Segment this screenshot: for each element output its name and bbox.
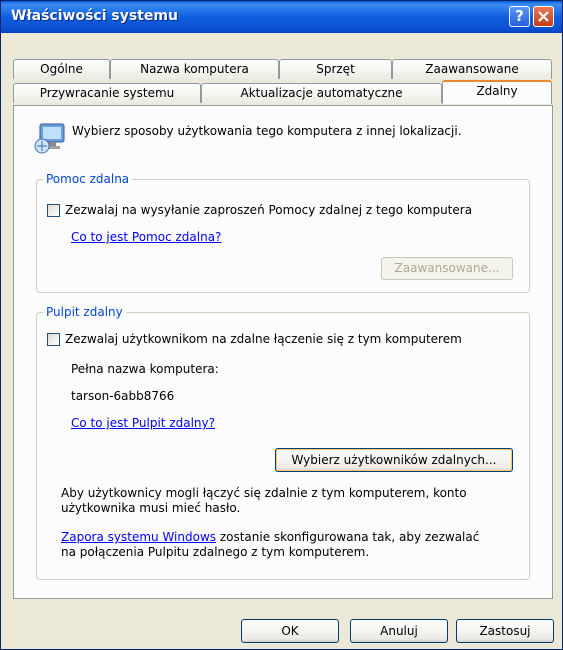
tab-label: Zaawansowane: [425, 62, 519, 76]
title-bar[interactable]: Właściwości systemu ?: [1, 1, 562, 33]
remote-desktop-checkbox-label[interactable]: Zezwalaj użytkownikom na zdalne łączenie…: [65, 332, 462, 346]
system-properties-window: Właściwości systemu ? Ogólne Nazwa kompu…: [0, 0, 563, 650]
password-note-line2: użytkownika musi mieć hasło.: [61, 501, 241, 515]
tab-label: Zdalny: [476, 84, 518, 98]
tab-label: Ogólne: [40, 62, 83, 76]
firewall-note-line1: Zapora systemu Windows zostanie skonfigu…: [61, 530, 479, 544]
computer-name-label: Pełna nazwa komputera:: [71, 362, 219, 376]
tab-panel-remote: Wybierz sposoby użytkowania tego kompute…: [13, 105, 553, 599]
tab-label: Sprzęt: [316, 62, 355, 76]
help-button[interactable]: ?: [509, 6, 530, 27]
close-button[interactable]: [533, 6, 554, 27]
window-title: Właściwości systemu: [11, 8, 178, 24]
firewall-note-line2: na połączenia Pulpitu zdalnego z tym kom…: [61, 545, 370, 559]
tab-label: Przywracanie systemu: [39, 86, 175, 100]
computer-name-value: tarson-6abb8766: [71, 389, 175, 403]
tab-hardware[interactable]: Sprzęt: [279, 59, 392, 79]
help-icon: ?: [515, 7, 524, 25]
group-title: Pomoc zdalna: [43, 172, 133, 186]
remote-computer-icon: [34, 120, 68, 157]
password-note-line1: Aby użytkownicy mogli łączyć się zdalnie…: [61, 486, 467, 500]
tab-advanced[interactable]: Zaawansowane: [392, 59, 552, 79]
tab-general[interactable]: Ogólne: [13, 59, 110, 79]
apply-button[interactable]: Zastosuj: [456, 619, 554, 643]
what-is-remote-desktop-link[interactable]: Co to jest Pulpit zdalny?: [71, 416, 215, 430]
tab-label: Aktualizacje automatyczne: [240, 86, 403, 100]
remote-desktop-group: Pulpit zdalny Zezwalaj użytkownikom na z…: [36, 305, 530, 580]
tab-automatic-updates[interactable]: Aktualizacje automatyczne: [201, 83, 442, 103]
tab-system-restore[interactable]: Przywracanie systemu: [13, 83, 201, 103]
remote-desktop-checkbox[interactable]: [47, 333, 60, 346]
remote-assistance-checkbox[interactable]: [47, 204, 60, 217]
cancel-button[interactable]: Anuluj: [350, 619, 448, 643]
close-icon: [538, 11, 549, 22]
firewall-note-text: zostanie skonfigurowana tak, aby zezwala…: [216, 530, 480, 544]
remote-assistance-checkbox-label[interactable]: Zezwalaj na wysyłanie zaproszeń Pomocy z…: [65, 203, 472, 217]
tab-computer-name[interactable]: Nazwa komputera: [110, 59, 279, 79]
what-is-remote-assistance-link[interactable]: Co to jest Pomoc zdalna?: [71, 230, 221, 244]
intro-text: Wybierz sposoby użytkowania tego kompute…: [72, 124, 462, 138]
advanced-button[interactable]: Zaawansowane...: [381, 257, 513, 280]
tab-label: Nazwa komputera: [140, 62, 249, 76]
select-remote-users-button[interactable]: Wybierz użytkowników zdalnych...: [275, 448, 513, 472]
windows-firewall-link[interactable]: Zapora systemu Windows: [61, 530, 216, 544]
remote-assistance-group: Pomoc zdalna Zezwalaj na wysyłanie zapro…: [36, 172, 530, 293]
group-title: Pulpit zdalny: [43, 305, 126, 319]
tab-remote[interactable]: Zdalny: [442, 80, 552, 104]
ok-button[interactable]: OK: [241, 619, 339, 643]
